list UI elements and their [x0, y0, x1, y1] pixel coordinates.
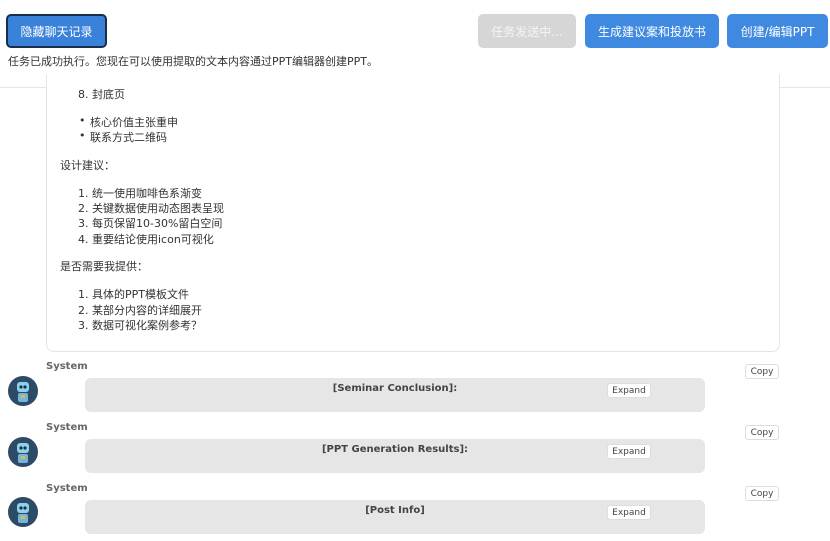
system-message-bubble: [Post Info] Expand	[85, 500, 705, 534]
list-item: 2. 关键数据使用动态图表呈现	[78, 202, 224, 215]
list-item: 8. 封底页	[78, 88, 125, 101]
status-message: 任务已成功执行。您现在可以使用提取的文本内容通过PPT编辑器创建PPT。	[8, 55, 378, 68]
list-item: 4. 重要结论使用icon可视化	[78, 233, 214, 246]
bullet-item: 核心价值主张重申	[79, 114, 178, 130]
robot-avatar-icon	[8, 437, 38, 467]
list-item: 2. 某部分内容的详细展开	[78, 304, 202, 317]
copy-button[interactable]: Copy	[745, 486, 779, 501]
sender-label: System	[46, 361, 88, 372]
robot-avatar-icon	[8, 497, 38, 527]
list-item: 1. 具体的PPT模板文件	[78, 288, 189, 301]
provide-heading: 是否需要我提供：	[60, 260, 148, 273]
sender-label: System	[46, 483, 88, 494]
copy-button[interactable]: Copy	[745, 364, 779, 379]
robot-avatar-icon	[8, 376, 38, 406]
system-message-bubble: [PPT Generation Results]: Expand	[85, 439, 705, 473]
expand-button[interactable]: Expand	[607, 505, 651, 520]
hide-chat-button[interactable]: 隐藏聊天记录	[6, 14, 107, 48]
copy-button[interactable]: Copy	[745, 425, 779, 440]
expand-button[interactable]: Expand	[607, 444, 651, 459]
task-sending-button[interactable]: 任务发送中...	[478, 14, 576, 48]
sender-label: System	[46, 422, 88, 433]
create-edit-ppt-button[interactable]: 创建/编辑PPT	[727, 14, 828, 48]
list-item: 3. 数据可视化案例参考？	[78, 319, 202, 332]
design-heading: 设计建议：	[60, 159, 115, 172]
list-item: 3. 每页保留10-30%留白空间	[78, 217, 223, 230]
bullet-item: 联系方式二维码	[79, 129, 167, 145]
generate-proposal-button[interactable]: 生成建议案和投放书	[585, 14, 719, 48]
system-message-bubble: [Seminar Conclusion]: Expand	[85, 378, 705, 412]
expand-button[interactable]: Expand	[607, 383, 651, 398]
list-item: 1. 统一使用咖啡色系渐变	[78, 187, 202, 200]
